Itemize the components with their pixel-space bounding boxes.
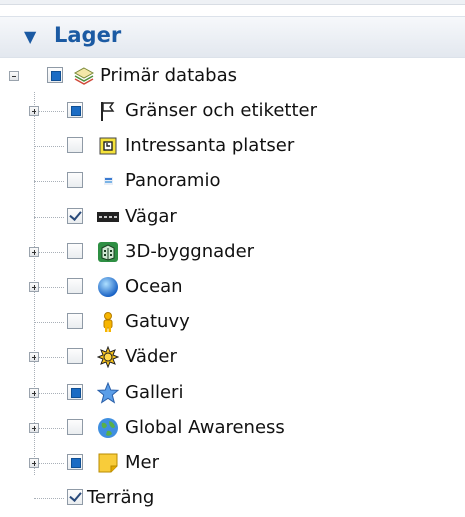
layer-row[interactable]: Terräng: [0, 484, 465, 514]
top-divider: [0, 0, 465, 5]
pegman-icon: [97, 311, 119, 333]
layer-row[interactable]: Gatuvy: [0, 308, 465, 338]
expand-icon[interactable]: [29, 282, 39, 292]
layer-label: Intressanta platser: [125, 135, 295, 157]
layer-label: Primär databas: [100, 65, 238, 86]
poi-icon: [97, 135, 119, 157]
layer-label: Väder: [125, 346, 177, 368]
star-icon: [96, 381, 120, 404]
layer-label: Mer: [125, 452, 160, 473]
tree-branch: [34, 181, 64, 183]
expand-icon[interactable]: [29, 458, 39, 468]
layer-label: Vägar: [125, 205, 177, 227]
layer-label: Global Awareness: [125, 416, 285, 438]
layer-label: Panoramio: [125, 170, 221, 192]
tree-branch: [34, 146, 64, 148]
layer-label: Gränser och etiketter: [125, 100, 317, 121]
expand-icon[interactable]: [29, 106, 39, 116]
layer-checkbox[interactable]: [67, 242, 83, 259]
layer-row[interactable]: 3D-byggnader: [0, 238, 465, 268]
expand-icon[interactable]: [29, 246, 39, 257]
layer-row[interactable]: Ocean: [0, 273, 465, 303]
tree-branch: [34, 216, 64, 218]
layer-label: 3D-byggnader: [125, 240, 255, 262]
layer-checkbox[interactable]: [67, 418, 83, 435]
layers-panel-header[interactable]: ▼ Lager: [0, 16, 465, 58]
layer-checkbox[interactable]: [67, 207, 83, 224]
layer-label: Ocean: [125, 276, 183, 297]
collapse-icon[interactable]: [9, 71, 19, 81]
layer-checkbox[interactable]: [67, 278, 83, 294]
expand-icon[interactable]: [29, 352, 39, 363]
layer-row[interactable]: Väder: [0, 343, 465, 373]
layer-checkbox[interactable]: [67, 102, 83, 118]
collapse-triangle-icon[interactable]: ▼: [24, 27, 36, 46]
expand-icon[interactable]: [29, 422, 39, 433]
globe-icon: [97, 417, 119, 439]
panoramio-icon: [97, 170, 119, 192]
layer-row[interactable]: Global Awareness: [0, 414, 465, 444]
ocean-icon: [97, 276, 119, 298]
layer-row[interactable]: Gränser och etiketter: [0, 97, 465, 127]
layer-checkbox[interactable]: [67, 348, 83, 365]
layer-label: Terräng: [87, 487, 155, 509]
flags-icon: [97, 100, 119, 122]
layer-checkbox[interactable]: [67, 383, 83, 400]
layer-row[interactable]: Mer: [0, 449, 465, 479]
layer-row[interactable]: Galleri: [0, 379, 465, 409]
layers-icon: [73, 65, 95, 87]
layer-checkbox[interactable]: [67, 313, 83, 330]
layer-checkbox[interactable]: [67, 172, 83, 189]
tree-root-row[interactable]: Primär databas: [0, 62, 465, 92]
expand-icon[interactable]: [29, 387, 39, 398]
road-icon: [97, 206, 119, 228]
layer-label: Gatuvy: [125, 311, 190, 333]
layer-checkbox[interactable]: [47, 67, 63, 83]
building-icon: [97, 241, 119, 263]
layer-checkbox[interactable]: [67, 454, 83, 470]
layer-checkbox[interactable]: [67, 137, 83, 154]
sun-icon: [96, 346, 120, 369]
layer-label: Galleri: [125, 381, 184, 403]
tree-branch: [34, 498, 64, 500]
layer-checkbox[interactable]: [67, 489, 83, 506]
layer-row[interactable]: Panoramio: [0, 167, 465, 197]
layer-row[interactable]: Intressanta platser: [0, 132, 465, 162]
tree-branch: [34, 322, 64, 324]
layer-row[interactable]: Vägar: [0, 203, 465, 233]
panel-title: Lager: [54, 23, 122, 47]
note-icon: [97, 452, 119, 474]
